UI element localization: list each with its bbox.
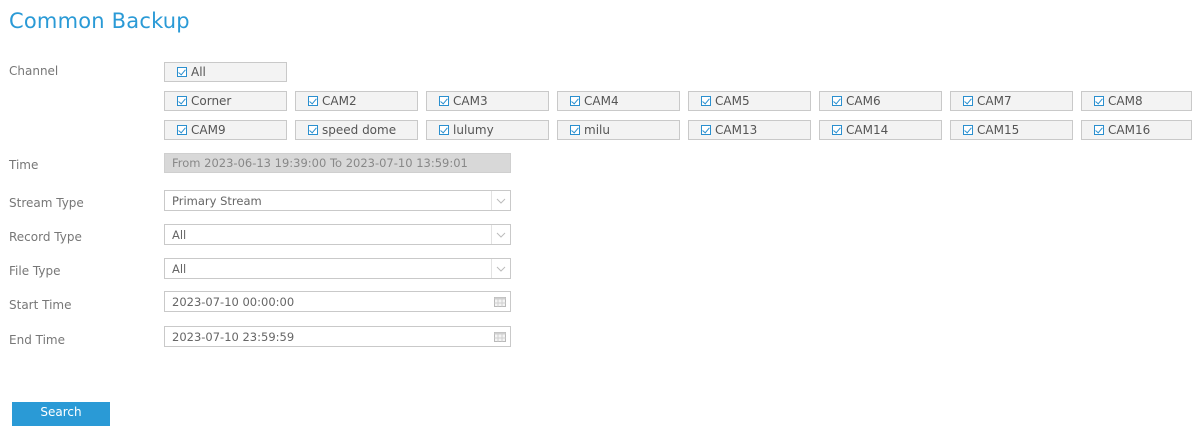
file-type-label: File Type (9, 264, 61, 278)
file-type-value: All (172, 261, 187, 276)
checkbox-checked-icon (439, 96, 449, 106)
page-title: Common Backup (9, 9, 190, 33)
record-type-value: All (172, 227, 187, 242)
checkbox-checked-icon (701, 96, 711, 106)
end-time-field[interactable]: 2023-07-10 23:59:59 (164, 326, 511, 347)
checkbox-checked-icon (832, 125, 842, 135)
channel-label: Corner (191, 94, 232, 108)
channel-label: CAM9 (191, 123, 226, 137)
checkbox-checked-icon (177, 67, 187, 77)
time-range-display: From 2023-06-13 19:39:00 To 2023-07-10 1… (164, 153, 511, 173)
channel-label: CAM7 (977, 94, 1012, 108)
stream-type-label: Stream Type (9, 196, 84, 210)
channel-checkbox[interactable]: milu (557, 120, 680, 140)
channel-label: lulumy (453, 123, 494, 137)
checkbox-checked-icon (570, 125, 580, 135)
channel-checkbox[interactable]: Corner (164, 91, 287, 111)
chevron-down-icon[interactable] (491, 225, 510, 244)
checkbox-checked-icon (439, 125, 449, 135)
checkbox-checked-icon (963, 96, 973, 106)
channel-checkbox[interactable]: CAM14 (819, 120, 942, 140)
channel-label: CAM3 (453, 94, 488, 108)
checkbox-checked-icon (308, 96, 318, 106)
checkbox-checked-icon (177, 125, 187, 135)
checkbox-checked-icon (177, 96, 187, 106)
chevron-down-icon[interactable] (491, 259, 510, 278)
channel-checkbox[interactable]: CAM16 (1081, 120, 1192, 140)
checkbox-checked-icon (701, 125, 711, 135)
end-time-label: End Time (9, 333, 65, 347)
channel-checkbox[interactable]: CAM13 (688, 120, 811, 140)
stream-type-select[interactable]: Primary Stream (164, 190, 511, 211)
channel-checkbox[interactable]: CAM7 (950, 91, 1073, 111)
start-time-value: 2023-07-10 00:00:00 (172, 294, 295, 309)
time-label: Time (9, 158, 39, 172)
file-type-select[interactable]: All (164, 258, 511, 279)
channel-label: CAM13 (715, 123, 758, 137)
channel-checkbox[interactable]: CAM9 (164, 120, 287, 140)
calendar-icon[interactable] (494, 331, 506, 342)
channel-label: CAM4 (584, 94, 619, 108)
calendar-icon[interactable] (494, 296, 506, 307)
channel-label: CAM16 (1108, 123, 1151, 137)
checkbox-checked-icon (308, 125, 318, 135)
checkbox-checked-icon (1094, 96, 1104, 106)
channel-label: milu (584, 123, 610, 137)
checkbox-checked-icon (963, 125, 973, 135)
channel-checkbox[interactable]: CAM3 (426, 91, 549, 111)
channel-checkbox[interactable]: CAM6 (819, 91, 942, 111)
channel-checkbox[interactable]: CAM15 (950, 120, 1073, 140)
channel-label: CAM2 (322, 94, 357, 108)
channel-label: CAM5 (715, 94, 750, 108)
record-type-select[interactable]: All (164, 224, 511, 245)
channel-checkbox[interactable]: lulumy (426, 120, 549, 140)
start-time-label: Start Time (9, 298, 72, 312)
channel-checkbox[interactable]: CAM5 (688, 91, 811, 111)
channel-checkbox[interactable]: CAM8 (1081, 91, 1192, 111)
checkbox-checked-icon (832, 96, 842, 106)
channel-all-label: All (191, 65, 206, 79)
channel-label: CAM15 (977, 123, 1020, 137)
channel-checkbox[interactable]: CAM2 (295, 91, 418, 111)
channel-label: CAM6 (846, 94, 881, 108)
channel-checkbox[interactable]: CAM4 (557, 91, 680, 111)
search-button[interactable]: Search (12, 402, 110, 426)
record-type-label: Record Type (9, 230, 82, 244)
stream-type-value: Primary Stream (172, 193, 262, 208)
chevron-down-icon[interactable] (491, 191, 510, 210)
channel-label: Channel (9, 64, 59, 78)
channel-checkbox[interactable]: speed dome (295, 120, 418, 140)
channel-all-checkbox[interactable]: All (164, 62, 287, 82)
checkbox-checked-icon (570, 96, 580, 106)
channel-label: CAM8 (1108, 94, 1143, 108)
channel-label: CAM14 (846, 123, 889, 137)
checkbox-checked-icon (1094, 125, 1104, 135)
channel-label: speed dome (322, 123, 397, 137)
end-time-value: 2023-07-10 23:59:59 (172, 329, 295, 344)
start-time-field[interactable]: 2023-07-10 00:00:00 (164, 291, 511, 312)
